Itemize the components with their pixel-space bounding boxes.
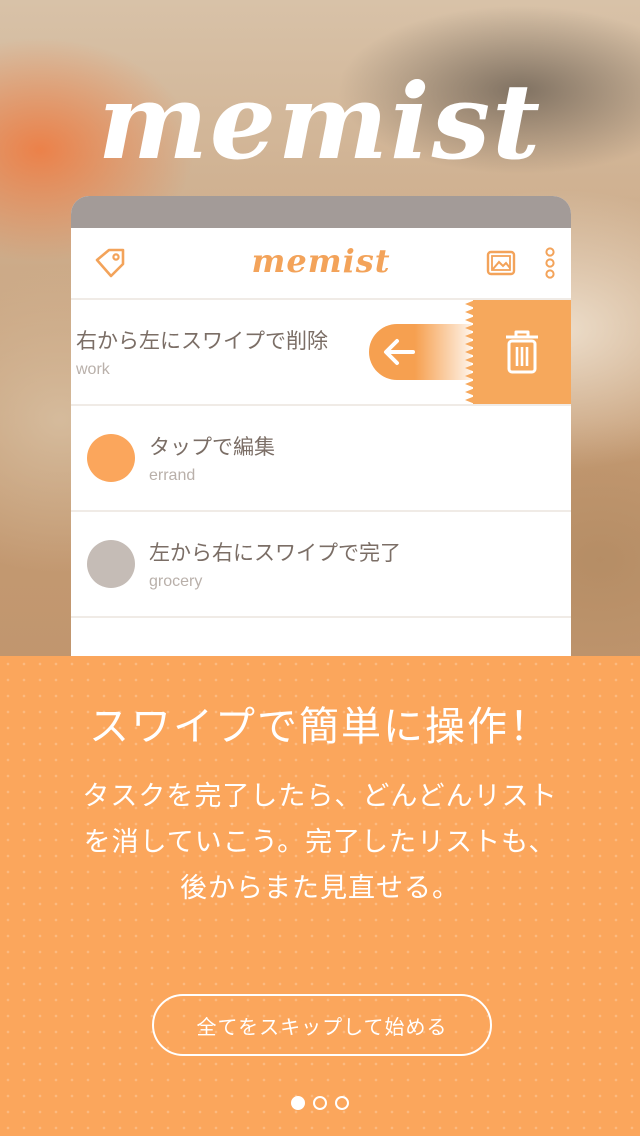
page-dot[interactable] bbox=[335, 1096, 349, 1110]
more-vertical-icon[interactable] bbox=[543, 247, 557, 279]
list-item-category: errand bbox=[149, 467, 196, 484]
category-dot[interactable] bbox=[87, 540, 135, 588]
list-item[interactable]: タップで編集 errand bbox=[71, 406, 571, 512]
list-item-title: タップで編集 bbox=[149, 435, 275, 459]
list-item-category: grocery bbox=[149, 573, 203, 590]
swipe-arrow bbox=[369, 324, 471, 380]
list-item-text: 右から左にスワイプで削除 work bbox=[76, 325, 328, 379]
torn-edge bbox=[465, 300, 475, 404]
tutorial-headline: スワイプで簡単に操作！ bbox=[89, 704, 551, 750]
page-dot[interactable] bbox=[291, 1096, 305, 1110]
category-dot[interactable] bbox=[87, 434, 135, 482]
list-item[interactable]: 右から左にスワイプで削除 work bbox=[71, 300, 571, 406]
phone-status-bar bbox=[71, 196, 571, 228]
delete-action[interactable] bbox=[465, 300, 571, 404]
toolbar-actions bbox=[485, 247, 557, 279]
tutorial-body-line: タスクを完了したら、どんどんリスト bbox=[82, 781, 558, 812]
list-item[interactable]: 左から右にスワイプで完了 grocery bbox=[71, 512, 571, 618]
tutorial-body: タスクを完了したら、どんどんリスト を消していこう。完了したリストも、 後からま… bbox=[40, 774, 600, 912]
arrow-left-icon bbox=[377, 330, 421, 374]
list-item-category: work bbox=[76, 361, 110, 378]
trash-icon[interactable] bbox=[500, 328, 544, 376]
tutorial-body-line: 後からまた見直せる。 bbox=[180, 873, 460, 904]
skip-all-button[interactable]: 全てをスキップして始める bbox=[152, 994, 492, 1056]
list-item-title: 左から右にスワイプで完了 bbox=[149, 541, 401, 565]
list-item-text: 左から右にスワイプで完了 grocery bbox=[149, 537, 401, 591]
list-item-text: タップで編集 errand bbox=[149, 431, 275, 485]
page-dot[interactable] bbox=[313, 1096, 327, 1110]
tag-icon[interactable] bbox=[93, 246, 127, 280]
app-logo: memist bbox=[97, 60, 543, 183]
list-item-title: 右から左にスワイプで削除 bbox=[76, 329, 328, 353]
page-indicator bbox=[0, 1096, 640, 1110]
image-icon[interactable] bbox=[485, 247, 517, 279]
tutorial-panel: スワイプで簡単に操作！ タスクを完了したら、どんどんリスト を消していこう。完了… bbox=[0, 656, 640, 1136]
phone-mockup: memist 右から左にスワイプで削除 work タップで編集 errand 左… bbox=[71, 196, 571, 666]
phone-toolbar: memist bbox=[71, 228, 571, 300]
tutorial-body-line: を消していこう。完了したリストも、 bbox=[83, 827, 557, 858]
